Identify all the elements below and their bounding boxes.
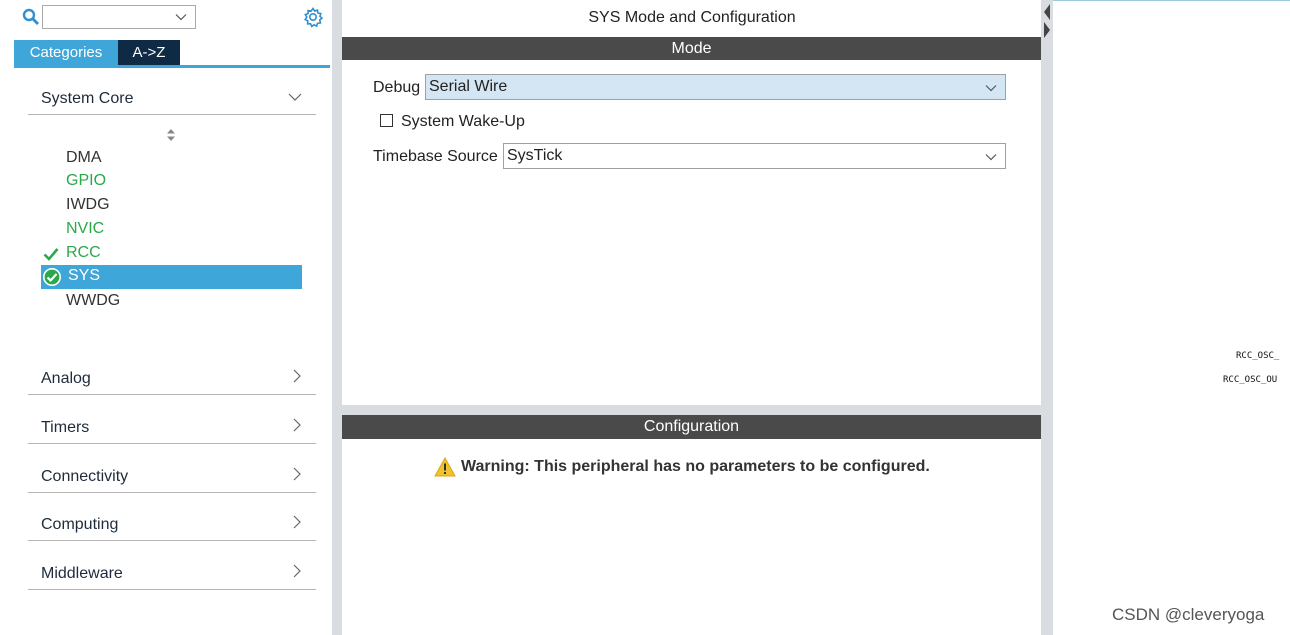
chevron-right-icon [293, 564, 301, 578]
tab-a-to-z[interactable]: A->Z [118, 40, 180, 66]
category-label: Computing [41, 516, 119, 533]
chevron-right-icon [293, 515, 301, 529]
category-computing[interactable]: Computing [28, 506, 316, 541]
panel-title: SYS Mode and Configuration [588, 9, 796, 26]
pin-label[interactable]: RCC_OSC_OU [1223, 375, 1277, 385]
debug-label: Debug [373, 79, 421, 96]
panel-splitter-left[interactable] [332, 0, 342, 635]
chevron-down-icon [985, 154, 997, 161]
category-label: Timers [41, 419, 90, 436]
category-analog[interactable]: Analog [28, 360, 316, 395]
category-label: Middleware [41, 565, 123, 582]
system-wakeup-label: System Wake-Up [401, 113, 525, 130]
collapse-handle-icon[interactable] [1043, 4, 1051, 38]
timebase-source-select[interactable]: SysTick [503, 143, 1006, 169]
configuration-section-header[interactable]: Configuration [342, 415, 1041, 439]
warning-icon [434, 457, 456, 477]
mode-section [342, 60, 1041, 405]
category-label: Connectivity [41, 468, 129, 485]
system-wakeup-checkbox[interactable] [380, 114, 393, 127]
panel-splitter-horizontal[interactable] [342, 405, 1041, 415]
chevron-down-icon [288, 93, 302, 101]
category-system-core[interactable]: System Core [28, 80, 316, 115]
tab-underline [14, 65, 330, 68]
chevron-down-icon[interactable] [175, 11, 187, 23]
peripheral-gpio[interactable]: GPIO [66, 170, 106, 192]
panel-splitter-right[interactable] [1041, 0, 1053, 635]
check-icon [43, 248, 59, 261]
peripheral-iwdg[interactable]: IWDG [66, 194, 110, 216]
warning-text: Warning: This peripheral has no paramete… [461, 458, 930, 475]
category-middleware[interactable]: Middleware [28, 555, 316, 590]
chevron-down-icon [985, 85, 997, 92]
category-label: System Core [41, 90, 134, 107]
chevron-right-icon [293, 467, 301, 481]
check-circle-icon [43, 268, 61, 286]
pin-label[interactable]: RCC_OSC_ [1236, 351, 1279, 361]
chip-view-top-border [1053, 0, 1290, 1]
category-timers[interactable]: Timers [28, 409, 316, 444]
debug-value: Serial Wire [429, 78, 508, 95]
timebase-source-label: Timebase Source [373, 148, 498, 165]
timebase-source-value: SysTick [507, 147, 563, 164]
search-icon[interactable] [22, 8, 40, 26]
category-label: Analog [41, 370, 91, 387]
search-input[interactable] [42, 5, 196, 29]
mode-section-header[interactable]: Mode [342, 37, 1041, 61]
chevron-right-icon [293, 369, 301, 383]
peripheral-rcc[interactable]: RCC [66, 242, 101, 264]
gear-icon[interactable] [302, 6, 324, 28]
category-connectivity[interactable]: Connectivity [28, 458, 316, 493]
peripheral-nvic[interactable]: NVIC [66, 218, 104, 240]
peripheral-sys-label: SYS [68, 267, 101, 284]
watermark: CSDN @cleveryoga [1112, 605, 1265, 624]
debug-select[interactable]: Serial Wire [425, 74, 1006, 100]
tab-categories[interactable]: Categories [14, 40, 118, 66]
sort-icon[interactable] [165, 128, 177, 142]
peripheral-sys-selected[interactable]: SYS [41, 265, 302, 289]
peripheral-wwdg[interactable]: WWDG [66, 290, 120, 312]
peripheral-dma[interactable]: DMA [66, 147, 102, 169]
categories-panel: Categories A->Z System Core DMA GPIO IWD… [0, 0, 332, 635]
chevron-right-icon [293, 418, 301, 432]
